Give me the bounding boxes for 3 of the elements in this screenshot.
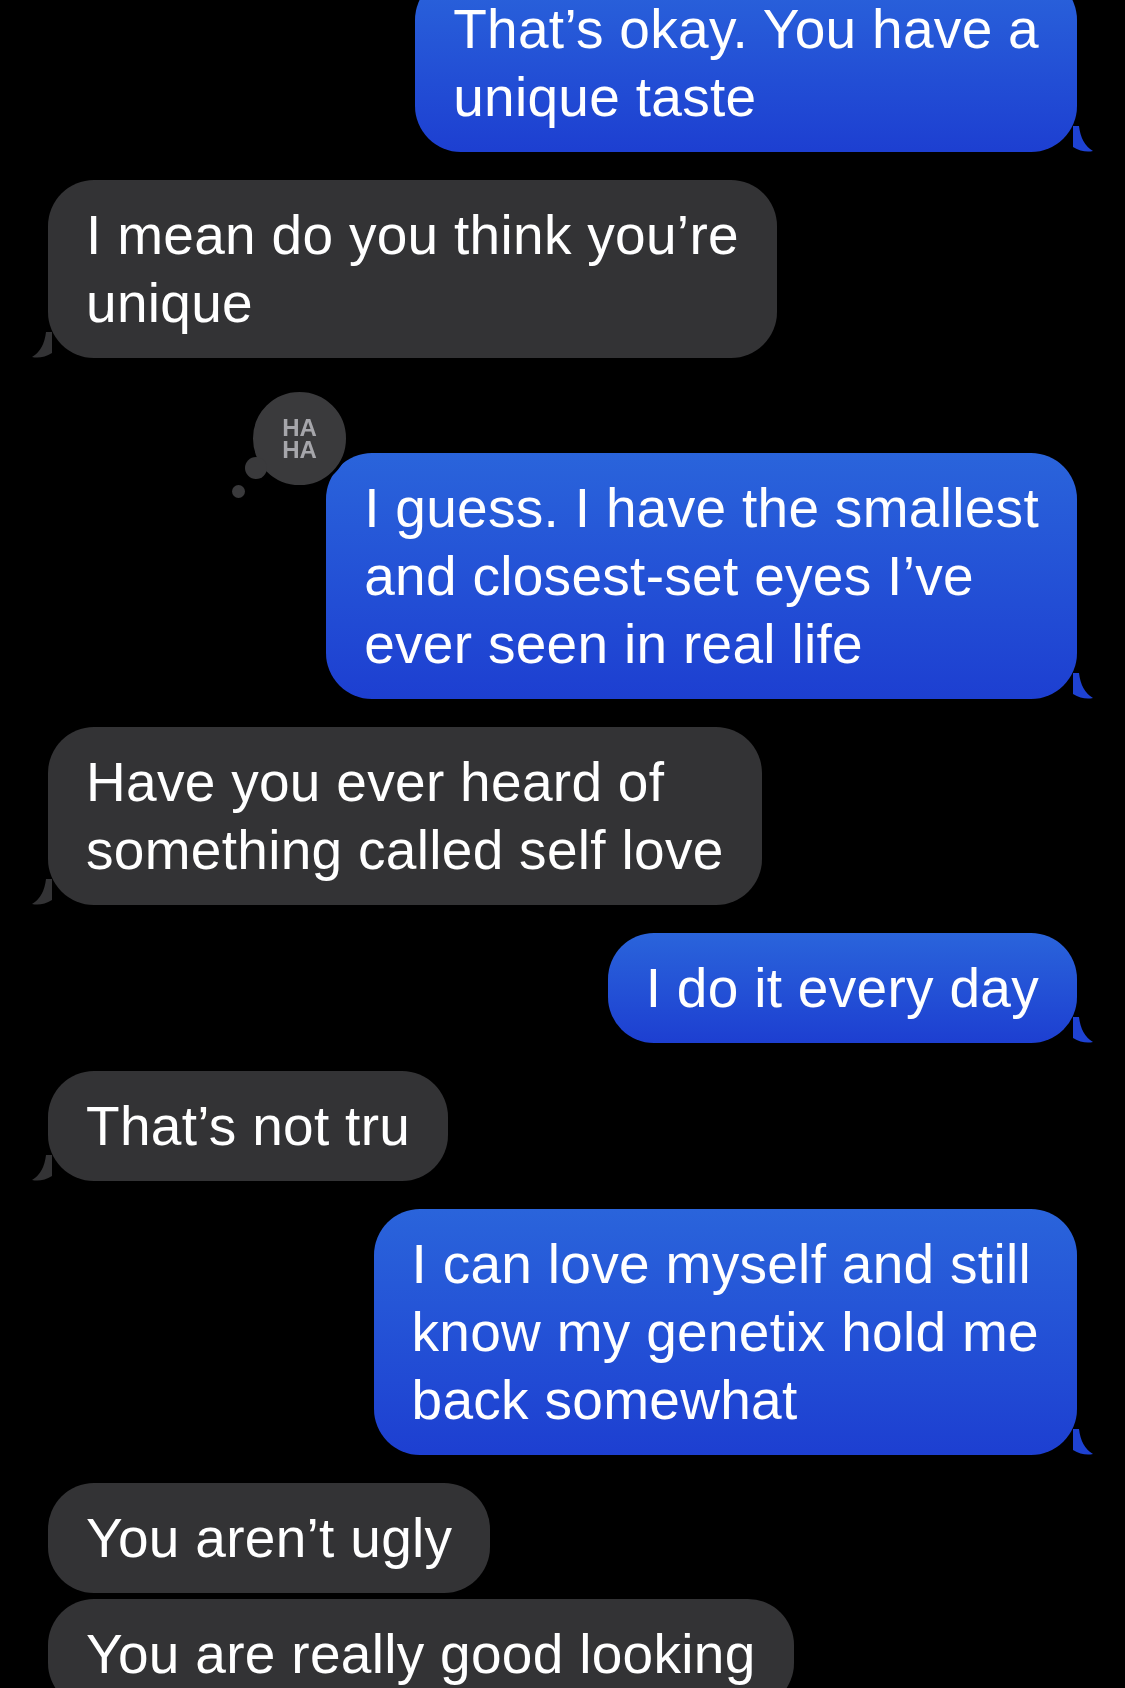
message-bubble: You are really good looking bbox=[48, 1599, 794, 1688]
message-bubble: You aren’t ugly bbox=[48, 1483, 491, 1593]
haha-reaction[interactable]: HA HA bbox=[250, 389, 349, 488]
